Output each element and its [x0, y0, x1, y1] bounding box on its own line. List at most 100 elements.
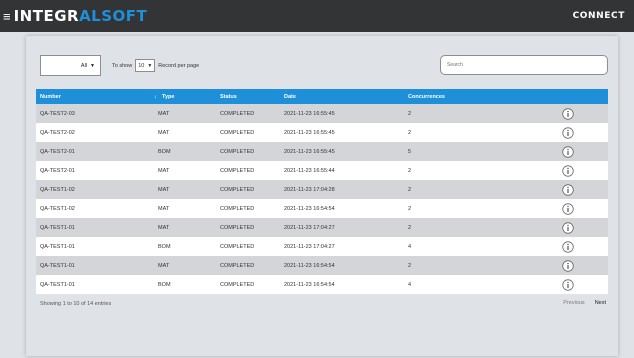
cell-actions: [528, 240, 608, 253]
product-name: CONNECT: [572, 11, 625, 21]
table-row: QA-TEST1-01 BOM COMPLETED 2021-11-23 16:54:…: [36, 275, 608, 294]
info-icon[interactable]: [562, 164, 574, 177]
previous-page-button[interactable]: Previous: [563, 300, 584, 306]
table-row: QA-TEST2-02 MAT COMPLETED 2021-11-23 16:55:…: [36, 123, 608, 142]
info-icon[interactable]: [562, 221, 574, 234]
cell-actions: [528, 259, 608, 272]
entries-info: Showing 1 to 10 of 14 entries: [40, 301, 112, 307]
logo: INTEGRALSOFT: [13, 6, 148, 25]
cell-actions: [528, 202, 608, 215]
cell-date: 2021-11-23 16:55:45: [284, 110, 335, 117]
column-header-number[interactable]: Number: [36, 94, 154, 100]
cell-date: 2021-11-23 16:55:45: [284, 148, 335, 155]
cell-type: MAT: [158, 129, 170, 136]
column-header-status[interactable]: Status: [216, 94, 280, 100]
per-page-label: Record per page: [158, 62, 200, 69]
cell-number: QA-TEST2-02: [40, 129, 75, 136]
pagination: Previous Next: [563, 300, 606, 306]
info-icon[interactable]: [562, 107, 574, 120]
cell-status: COMPLETED: [220, 129, 255, 136]
logo-part-2: ALSOFT: [79, 6, 148, 25]
cell-type: MAT: [158, 110, 170, 117]
column-header-type[interactable]: Type: [158, 94, 216, 100]
cell-status: COMPLETED: [220, 148, 255, 155]
page-size-select[interactable]: 10 ▼: [135, 59, 156, 72]
info-icon[interactable]: [562, 126, 574, 139]
cell-number: QA-TEST1-01: [40, 281, 75, 288]
info-icon[interactable]: [562, 278, 574, 291]
cell-concurrences: 2: [408, 110, 412, 117]
table-row: QA-TEST2-01 BOM COMPLETED 2021-11-23 16:55:…: [36, 142, 608, 161]
cell-date: 2021-11-23 17:04:27: [284, 224, 335, 231]
cell-concurrences: 2: [408, 167, 412, 174]
chevron-down-icon: ▼: [90, 62, 95, 69]
cell-status: COMPLETED: [220, 243, 255, 250]
content-panel: All ▼ To show 10 ▼ Record per page Numbe…: [26, 36, 618, 356]
column-header-concurrences[interactable]: Concurrences: [404, 94, 528, 100]
cell-date: 2021-11-23 16:54:54: [284, 281, 335, 288]
cell-date: 2021-11-23 17:04:28: [284, 186, 335, 193]
cell-number: QA-TEST2-01: [40, 148, 75, 155]
cell-concurrences: 4: [408, 281, 412, 288]
table-row: QA-TEST1-01 MAT COMPLETED 2021-11-23 17:04:…: [36, 218, 608, 237]
logo-part-1: INTEGR: [13, 6, 80, 25]
cell-concurrences: 2: [408, 186, 412, 193]
info-icon[interactable]: [562, 202, 574, 215]
cell-type: MAT: [158, 224, 170, 231]
cell-number: QA-TEST1-02: [40, 205, 75, 212]
cell-concurrences: 2: [408, 205, 412, 212]
cell-concurrences: 5: [408, 148, 412, 155]
data-table: Number ↓ Type Status Date Concurrences Q…: [36, 89, 608, 294]
cell-type: MAT: [158, 167, 170, 174]
cell-status: COMPLETED: [220, 205, 255, 212]
cell-concurrences: 4: [408, 243, 412, 250]
cell-concurrences: 2: [408, 129, 412, 136]
cell-actions: [528, 278, 608, 291]
cell-status: COMPLETED: [220, 167, 255, 174]
table-row: QA-TEST2-03 MAT COMPLETED 2021-11-23 16:55:…: [36, 104, 608, 123]
cell-concurrences: 2: [408, 224, 412, 231]
cell-type: BOM: [158, 148, 171, 155]
cell-status: COMPLETED: [220, 262, 255, 269]
filter-select-value: All: [80, 62, 88, 69]
info-icon[interactable]: [562, 240, 574, 253]
info-icon[interactable]: [562, 259, 574, 272]
cell-actions: [528, 107, 608, 120]
table-header: Number ↓ Type Status Date Concurrences: [36, 89, 608, 104]
top-navbar: ≡ INTEGRALSOFT CONNECT: [0, 0, 634, 32]
table-row: QA-TEST1-02 MAT COMPLETED 2021-11-23 17:04:…: [36, 180, 608, 199]
cell-type: MAT: [158, 186, 170, 193]
cell-actions: [528, 145, 608, 158]
cell-actions: [528, 164, 608, 177]
table-body: QA-TEST2-03 MAT COMPLETED 2021-11-23 16:55:…: [36, 104, 608, 294]
cell-actions: [528, 183, 608, 196]
search-input[interactable]: [440, 55, 608, 75]
hamburger-menu-icon[interactable]: ≡: [3, 10, 11, 23]
cell-status: COMPLETED: [220, 224, 255, 231]
info-icon[interactable]: [562, 145, 574, 158]
table-row: QA-TEST1-01 MAT COMPLETED 2021-11-23 16:54:…: [36, 256, 608, 275]
cell-number: QA-TEST1-02: [40, 186, 75, 193]
page-size-value: 10: [138, 62, 145, 69]
cell-status: COMPLETED: [220, 186, 255, 193]
next-page-button[interactable]: Next: [595, 300, 606, 306]
info-icon[interactable]: [562, 183, 574, 196]
cell-concurrences: 2: [408, 262, 412, 269]
table-row: QA-TEST2-01 MAT COMPLETED 2021-11-23 16:55:…: [36, 161, 608, 180]
cell-date: 2021-11-23 16:55:44: [284, 167, 335, 174]
cell-actions: [528, 126, 608, 139]
filter-select[interactable]: All ▼: [40, 55, 101, 76]
cell-number: QA-TEST1-01: [40, 243, 75, 250]
column-header-date[interactable]: Date: [280, 94, 404, 100]
cell-date: 2021-11-23 16:54:54: [284, 262, 335, 269]
cell-status: COMPLETED: [220, 110, 255, 117]
cell-number: QA-TEST1-01: [40, 262, 75, 269]
cell-type: BOM: [158, 281, 171, 288]
chevron-down-icon: ▼: [147, 62, 153, 69]
to-show-label: To show: [112, 62, 133, 69]
table-row: QA-TEST1-01 BOM COMPLETED 2021-11-23 17:04:…: [36, 237, 608, 256]
table-row: QA-TEST1-02 MAT COMPLETED 2021-11-23 16:54:…: [36, 199, 608, 218]
cell-number: QA-TEST1-01: [40, 224, 75, 231]
cell-number: QA-TEST2-01: [40, 167, 75, 174]
cell-type: MAT: [158, 262, 170, 269]
